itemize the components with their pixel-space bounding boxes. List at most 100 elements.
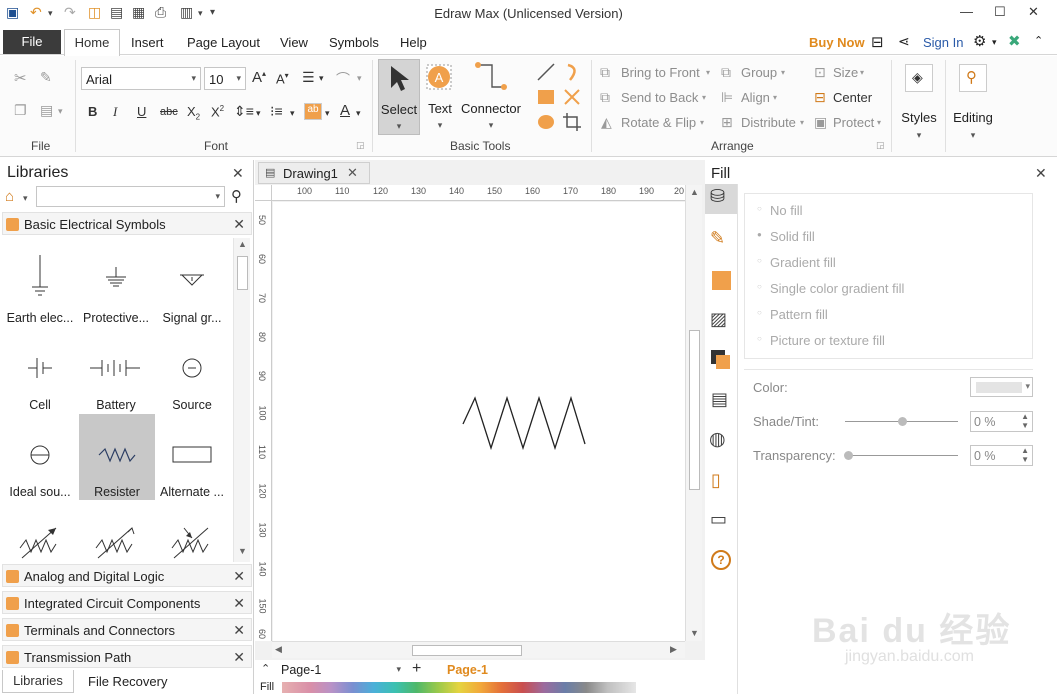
styles-button[interactable]: ◈ Styles ▾ xyxy=(896,60,942,146)
italic-icon[interactable]: I xyxy=(113,104,117,120)
collapse-ribbon-icon[interactable]: ⌃ xyxy=(1034,34,1043,47)
font-color-icon[interactable]: A xyxy=(340,102,350,119)
protect-icon[interactable]: ▣ xyxy=(814,114,827,131)
symbol-variable-resistor-2[interactable] xyxy=(78,506,154,566)
chevron-down-icon[interactable]: ▾ xyxy=(877,118,881,127)
symbol-source[interactable]: Source xyxy=(154,332,230,418)
size-icon[interactable]: ⊡ xyxy=(814,64,826,81)
text-direction-icon[interactable]: ⌒ xyxy=(336,69,350,89)
symbol-resister[interactable]: Resister xyxy=(79,414,155,500)
library-scrollbar[interactable]: ▲ ▼ xyxy=(233,238,250,562)
fill-bucket-icon[interactable]: ⛁ xyxy=(710,186,725,207)
cross-tool-icon[interactable] xyxy=(562,87,582,107)
shade-tint-slider-thumb[interactable] xyxy=(898,417,907,426)
transparency-input[interactable]: 0 % ▲ ▼ xyxy=(970,445,1033,466)
paste-icon[interactable]: ▤ xyxy=(40,102,53,119)
bold-icon[interactable]: B xyxy=(88,104,97,119)
chevron-down-icon[interactable]: ▾ xyxy=(800,118,804,127)
tab-insert[interactable]: Insert xyxy=(131,35,164,50)
cut-icon[interactable]: ✂ xyxy=(14,69,27,87)
option-no-fill[interactable]: No fill xyxy=(770,203,803,218)
chevron-down-icon[interactable]: ▾ xyxy=(773,93,777,102)
document-tab[interactable]: ▤ Drawing1 ✕ xyxy=(258,162,370,184)
rectangle-tool-icon[interactable] xyxy=(536,87,556,107)
chevron-down-icon[interactable]: ▾ xyxy=(700,118,704,127)
minimize-icon[interactable]: — xyxy=(960,4,973,19)
crop-tool-icon[interactable] xyxy=(562,112,582,132)
align-button[interactable]: Align xyxy=(741,90,770,105)
shade-tint-input[interactable]: 0 % ▲ ▼ xyxy=(970,411,1033,432)
chevron-down-icon[interactable]: ▾ xyxy=(860,68,864,77)
tab-symbols[interactable]: Symbols xyxy=(329,35,379,50)
group-icon[interactable]: ⧉ xyxy=(721,64,731,81)
color-swatches[interactable] xyxy=(282,682,636,693)
protect-button[interactable]: Protect xyxy=(833,115,874,130)
line-tool-icon[interactable] xyxy=(536,62,556,82)
page-selector[interactable]: Page-1 ▾ xyxy=(279,662,401,679)
ellipse-tool-icon[interactable] xyxy=(536,112,556,132)
bring-to-front-button[interactable]: Bring to Front xyxy=(621,65,700,80)
radio-no-fill-icon[interactable]: ○ xyxy=(757,204,762,213)
text-tool-button[interactable]: A Text ▾ xyxy=(423,59,457,135)
subscript-icon[interactable]: X2 xyxy=(187,104,200,122)
buy-now-link[interactable]: Buy Now xyxy=(809,35,865,50)
search-icon[interactable]: ⚲ xyxy=(231,187,242,205)
comment-icon[interactable]: ▭ xyxy=(710,509,727,530)
cart-icon[interactable]: ⊟ xyxy=(871,33,884,51)
globe-link-icon[interactable]: ◍ xyxy=(709,428,726,451)
center-icon[interactable]: ⊟ xyxy=(814,89,826,106)
symbol-variable-resistor-3[interactable] xyxy=(154,506,230,566)
size-button[interactable]: Size xyxy=(833,65,858,80)
settings-gear-icon[interactable]: ⚙ xyxy=(973,32,986,50)
document-properties-icon[interactable]: ▤ xyxy=(711,389,728,410)
center-button[interactable]: Center xyxy=(833,90,872,105)
tab-help[interactable]: Help xyxy=(400,35,427,50)
theme-icon[interactable]: ✖ xyxy=(1008,32,1021,50)
close-libraries-icon[interactable]: ✕ xyxy=(232,165,244,182)
chevron-down-icon[interactable]: ▾ xyxy=(781,68,785,77)
font-name-select[interactable]: Arial ▾ xyxy=(81,67,201,90)
library-header-terminals[interactable]: Terminals and Connectors ✕ xyxy=(2,618,252,641)
line-spacing-icon[interactable]: ⇕≡ xyxy=(234,103,254,120)
chevron-down-icon[interactable]: ▾ xyxy=(706,68,710,77)
highlight-dropdown-icon[interactable]: ▾ xyxy=(325,108,330,119)
maximize-icon[interactable]: ☐ xyxy=(994,4,1006,20)
close-fill-panel-icon[interactable]: ✕ xyxy=(1035,165,1047,182)
active-page-tab[interactable]: Page-1 xyxy=(447,663,488,677)
select-tool-button[interactable]: Select ▾ xyxy=(378,59,420,135)
help-icon[interactable]: ? xyxy=(711,550,731,570)
shadow-icon[interactable] xyxy=(712,271,731,290)
superscript-icon[interactable]: X2 xyxy=(211,104,224,119)
radio-gradient-fill-icon[interactable]: ○ xyxy=(757,256,762,265)
align-dropdown-icon[interactable]: ▾ xyxy=(319,73,324,84)
layer-icon[interactable] xyxy=(711,350,731,370)
symbol-protective-earth[interactable]: Protective... xyxy=(78,245,154,331)
image-icon[interactable]: ▨ xyxy=(710,309,727,330)
canvas-horizontal-scrollbar[interactable]: ◀ ▶ xyxy=(272,641,685,658)
tab-page-layout[interactable]: Page Layout xyxy=(187,35,260,50)
editing-button[interactable]: ⚲ Editing ▾ xyxy=(950,60,996,146)
share-icon[interactable]: ⋖ xyxy=(898,33,910,50)
bring-to-front-icon[interactable]: ⧉ xyxy=(600,64,610,81)
symbol-earth-electrode[interactable]: Earth elec... xyxy=(2,245,78,331)
library-header-integrated-circuit[interactable]: Integrated Circuit Components ✕ xyxy=(2,591,252,614)
transparency-slider[interactable] xyxy=(845,455,958,456)
radio-single-gradient-icon[interactable]: ○ xyxy=(757,282,762,291)
collapse-pages-icon[interactable]: ⌃ xyxy=(261,662,270,675)
settings-dropdown-icon[interactable]: ▾ xyxy=(992,37,997,48)
file-menu-button[interactable]: File xyxy=(3,30,61,54)
library-search-input[interactable]: ▾ xyxy=(36,186,225,207)
option-solid-fill[interactable]: Solid fill xyxy=(770,229,815,244)
tab-view[interactable]: View xyxy=(280,35,308,50)
highlight-icon[interactable]: ab xyxy=(304,103,322,120)
symbol-ideal-source[interactable]: Ideal sou... xyxy=(2,419,78,505)
distribute-button[interactable]: Distribute xyxy=(741,115,796,130)
text-direction-dropdown-icon[interactable]: ▾ xyxy=(357,73,362,84)
home-icon[interactable]: ⌂ xyxy=(5,188,14,205)
bullets-dropdown-icon[interactable]: ▾ xyxy=(290,108,295,119)
send-to-back-icon[interactable]: ⧉ xyxy=(600,89,610,106)
bullets-icon[interactable]: ⁝≡ xyxy=(270,103,283,120)
chevron-down-icon[interactable]: ▾ xyxy=(702,93,706,102)
format-painter-icon[interactable]: ✎ xyxy=(40,69,52,86)
rotate-flip-button[interactable]: Rotate & Flip xyxy=(621,115,696,130)
